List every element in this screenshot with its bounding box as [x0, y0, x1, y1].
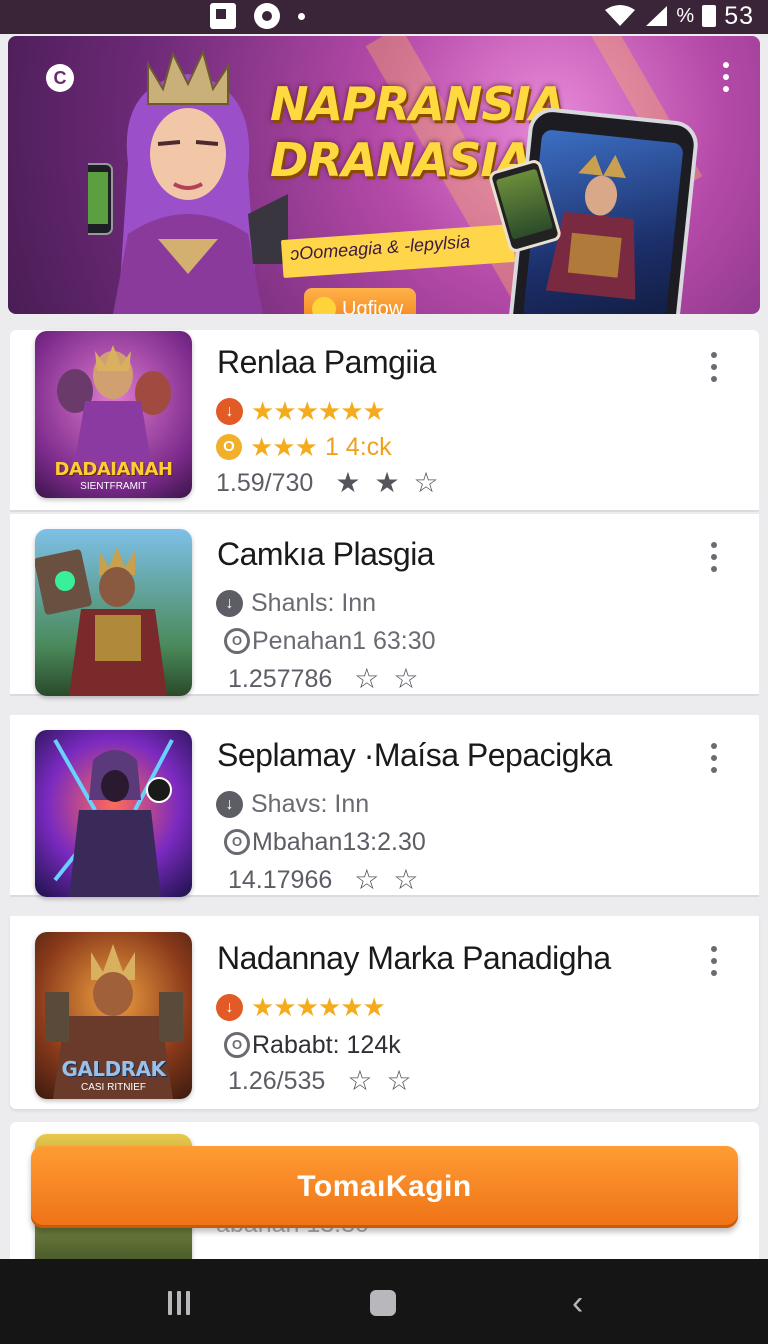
- star-rating: ★★★: [250, 431, 318, 462]
- app-title[interactable]: Seplamay ·Maísa Pepacigka: [217, 737, 612, 774]
- clock-icon: O: [224, 829, 250, 855]
- download-icon: ↓: [216, 397, 243, 425]
- app-thumbnail[interactable]: GALDRAK CASI RITNIEF: [35, 932, 192, 1099]
- rating-value: 1.26/535: [228, 1066, 326, 1095]
- star-rating: ★★★★★★: [251, 991, 386, 1022]
- star-rating: ★★★★★★: [251, 395, 386, 426]
- star-filled-icon[interactable]: ★: [335, 469, 360, 497]
- star-outline-icon[interactable]: ☆: [393, 665, 418, 693]
- wifi-icon: [605, 5, 636, 26]
- rating-value: 14.17966: [228, 865, 333, 894]
- list-item[interactable]: DADAIANAH SIENTFRAMIT Renlaa Pamgiia ↓ ★…: [10, 330, 759, 512]
- download-icon: ↓: [216, 589, 243, 617]
- list-item[interactable]: Seplamay ·Maísa Pepacigka ↓ Shavs: Inn O…: [10, 715, 759, 897]
- more-vertical-icon[interactable]: [707, 352, 721, 392]
- clock-icon: O: [224, 628, 250, 654]
- home-icon[interactable]: [370, 1290, 396, 1316]
- rating-value: 1.257786: [228, 664, 333, 693]
- app-thumbnail[interactable]: DADAIANAH SIENTFRAMIT: [35, 331, 192, 498]
- sync-icon: [254, 3, 280, 29]
- thumbnail-sublogo: CASI RITNIEF: [80, 1082, 146, 1093]
- star-outline-icon[interactable]: ☆: [414, 469, 439, 497]
- star-outline-icon[interactable]: ☆: [354, 866, 379, 894]
- recents-icon[interactable]: [168, 1291, 192, 1315]
- notification-dot-icon: [298, 12, 305, 20]
- star-outline-icon[interactable]: ☆: [393, 866, 418, 894]
- banner-cta-label: Ugfiow: [342, 297, 404, 315]
- thumbnail-logo: GALDRAK: [61, 1057, 166, 1081]
- banner-cta-button[interactable]: Ugfiow: [304, 288, 416, 314]
- download-count: 1 4:ck: [324, 432, 392, 461]
- download-count: Shanls: Inn: [251, 588, 377, 617]
- app-title[interactable]: Renlaa Pamgiia: [217, 344, 436, 381]
- battery-icon: [702, 5, 717, 27]
- star-outline-icon[interactable]: ☆: [347, 1067, 372, 1095]
- promo-banner[interactable]: C NAPRANSIA DRANASIA ɔOomeagia & -lepyls…: [8, 36, 760, 314]
- screenshot-icon: [210, 3, 236, 29]
- clock-time: 53: [724, 1, 754, 30]
- app-title[interactable]: Nadannay Marka Panadigha: [217, 940, 611, 977]
- download-count: Shavs: Inn: [251, 789, 370, 818]
- star-outline-icon[interactable]: ☆: [354, 665, 379, 693]
- app-logo-icon[interactable]: C: [46, 64, 74, 92]
- battery-percent-symbol: %: [676, 4, 695, 27]
- session-time: Penahan1 63:30: [252, 626, 436, 655]
- cell-signal-icon: [646, 6, 668, 26]
- status-bar: % 53: [0, 0, 768, 34]
- more-vertical-icon[interactable]: [707, 743, 721, 783]
- app-thumbnail[interactable]: [35, 730, 192, 897]
- hero-character-illustration: [88, 49, 288, 314]
- more-vertical-icon[interactable]: [718, 62, 734, 102]
- list-item[interactable]: Camkıa Plasgia ↓ Shanls: Inn O Penahan1 …: [10, 514, 759, 696]
- download-icon: ↓: [216, 790, 243, 818]
- app-title[interactable]: Camkıa Plasgia: [217, 536, 435, 573]
- rating-value: 1.59/730: [216, 468, 314, 497]
- star-outline-icon[interactable]: ☆: [386, 1067, 411, 1095]
- thumbnail-sublogo: SIENTFRAMIT: [80, 481, 147, 492]
- thumbnail-logo: DADAIANAH: [54, 459, 173, 480]
- session-time: Mbahan13:2.30: [252, 827, 426, 856]
- coin-icon: O: [216, 434, 242, 460]
- star-filled-icon[interactable]: ★: [374, 469, 399, 497]
- mascot-face-icon: [312, 297, 336, 314]
- download-icon: ↓: [216, 993, 243, 1021]
- navigation-bar: ‹: [0, 1259, 768, 1344]
- more-vertical-icon[interactable]: [707, 946, 721, 986]
- more-vertical-icon[interactable]: [707, 542, 721, 582]
- primary-action-button[interactable]: TomaıKagin: [31, 1146, 738, 1228]
- clock-icon: O: [224, 1032, 250, 1058]
- list-item[interactable]: GALDRAK CASI RITNIEF Nadannay Marka Pana…: [10, 916, 759, 1109]
- app-thumbnail[interactable]: [35, 529, 192, 696]
- download-count: Rababt: 124k: [252, 1030, 401, 1059]
- back-icon[interactable]: ‹: [572, 1286, 596, 1320]
